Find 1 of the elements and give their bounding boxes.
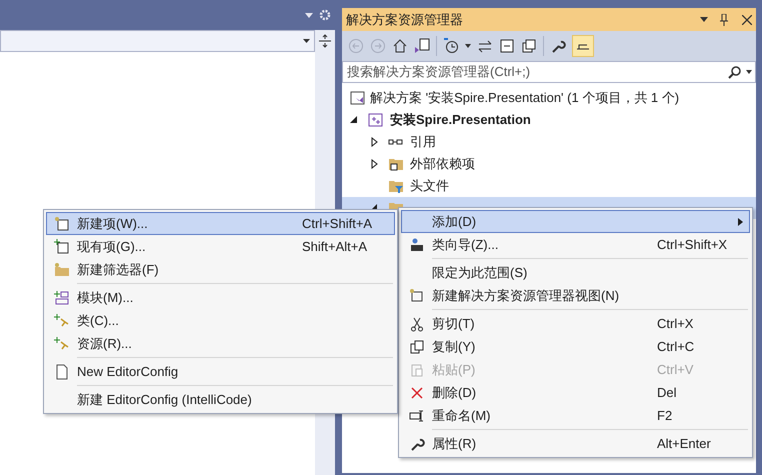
panel-title: 解决方案资源管理器 (346, 10, 464, 29)
